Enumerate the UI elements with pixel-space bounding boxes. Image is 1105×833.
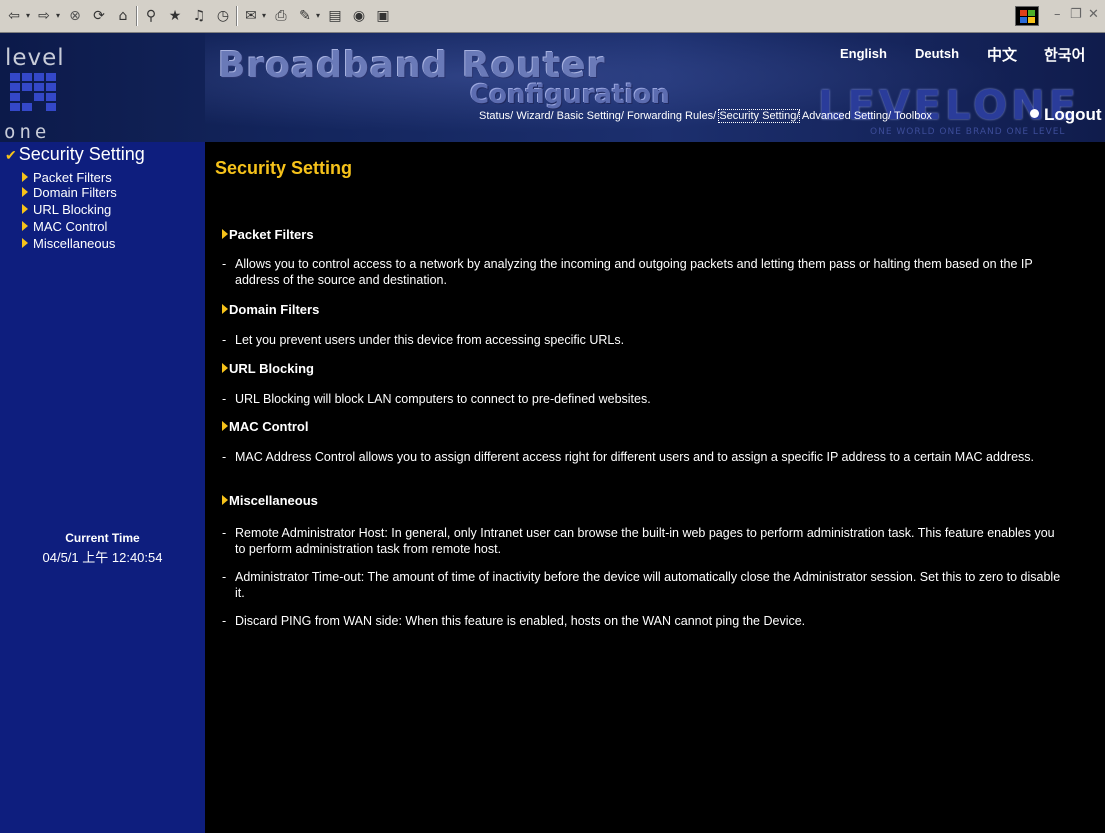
arrow-right-icon bbox=[22, 187, 28, 197]
description-text: MAC Address Control allows you to assign… bbox=[235, 450, 1035, 464]
logo-one-text: one bbox=[4, 121, 51, 142]
sidebar-item-label: MAC Control bbox=[33, 219, 108, 234]
back-dropdown-icon[interactable]: ▾ bbox=[24, 7, 32, 25]
sidebar-item-label: Packet Filters bbox=[33, 170, 112, 185]
sidebar-title-label: Security Setting bbox=[18, 144, 145, 164]
section-heading-label: URL Blocking bbox=[229, 361, 314, 376]
history-icon[interactable]: ◷ bbox=[214, 7, 232, 25]
forward-icon[interactable]: ⇨ bbox=[36, 7, 52, 25]
minimize-icon[interactable]: – bbox=[1054, 7, 1061, 22]
windows-logo-icon bbox=[1015, 6, 1039, 26]
page-title: Security Setting bbox=[215, 158, 353, 178]
section-heading-domain-filters: Domain Filters bbox=[222, 302, 319, 317]
favorites-icon[interactable]: ★ bbox=[166, 7, 184, 25]
arrow-right-icon bbox=[22, 221, 28, 231]
mail-dropdown-icon[interactable]: ▾ bbox=[260, 7, 268, 25]
sidebar-item-label: URL Blocking bbox=[33, 202, 112, 217]
section-heading-miscellaneous: Miscellaneous bbox=[222, 493, 318, 508]
research-icon[interactable]: ▣ bbox=[374, 7, 392, 25]
mail-icon[interactable]: ✉ bbox=[242, 7, 260, 25]
logout-button[interactable]: Logout bbox=[1030, 105, 1102, 125]
arrow-right-icon bbox=[22, 238, 28, 248]
checkmark-icon: ✔ bbox=[5, 147, 17, 163]
brand-slogan: ONE WORLD ONE BRAND ONE LEVEL bbox=[870, 127, 1066, 137]
nav-security-setting-link[interactable]: Security Setting/ bbox=[718, 109, 801, 123]
sidebar-title[interactable]: ✔ Security Setting bbox=[5, 144, 145, 165]
arrow-right-icon bbox=[222, 363, 228, 373]
close-icon[interactable]: ✕ bbox=[1088, 7, 1099, 22]
edit-icon[interactable]: ✎ bbox=[296, 7, 314, 25]
top-nav: Status/ Wizard/ Basic Setting/ Forwardin… bbox=[479, 109, 932, 123]
sidebar: ✔ Security Setting Packet Filters Domain … bbox=[0, 142, 205, 833]
description-text: Allows you to control access to a networ… bbox=[235, 257, 1033, 287]
bullet-icon bbox=[1030, 109, 1039, 118]
media-icon[interactable]: ♫ bbox=[190, 7, 208, 25]
stop-icon[interactable]: ⊗ bbox=[66, 7, 84, 25]
nav-forwarding-rules-link[interactable]: Forwarding Rules/ bbox=[627, 110, 716, 122]
section-description: - MAC Address Control allows you to assig… bbox=[222, 449, 1067, 465]
sidebar-item-label: Domain Filters bbox=[33, 185, 117, 200]
section-description: - Discard PING from WAN side: When this f… bbox=[222, 613, 1067, 629]
current-time-value: 04/5/1 上午 12:40:54 bbox=[42, 550, 163, 565]
section-heading-url-blocking: URL Blocking bbox=[222, 361, 314, 376]
section-description: - Remote Administrator Host: In general, … bbox=[222, 525, 1067, 557]
section-description: - Administrator Time-out: The amount of t… bbox=[222, 569, 1067, 601]
nav-status-link[interactable]: Status/ bbox=[479, 110, 513, 122]
section-heading-label: Domain Filters bbox=[229, 302, 320, 317]
refresh-icon[interactable]: ⟳ bbox=[90, 7, 108, 25]
current-time-label: Current Time bbox=[65, 531, 140, 545]
toolbar-separator bbox=[236, 6, 238, 26]
discuss-icon[interactable]: ▤ bbox=[326, 7, 344, 25]
sidebar-item-label: Miscellaneous bbox=[33, 236, 116, 251]
nav-wizard-link[interactable]: Wizard/ bbox=[516, 110, 553, 122]
nav-toolbox-link[interactable]: Toolbox bbox=[894, 110, 932, 122]
forward-dropdown-icon[interactable]: ▾ bbox=[54, 7, 62, 25]
arrow-right-icon bbox=[222, 495, 228, 505]
lang-deutsch-link[interactable]: Deutsh bbox=[915, 46, 959, 61]
home-icon[interactable]: ⌂ bbox=[114, 7, 132, 25]
edit-dropdown-icon[interactable]: ▾ bbox=[314, 7, 322, 25]
arrow-right-icon bbox=[222, 229, 228, 239]
section-description: - Let you prevent users under this device… bbox=[222, 332, 1067, 348]
lang-chinese-link[interactable]: 中文 bbox=[987, 44, 1017, 65]
sidebar-item-packet-filters[interactable]: Packet Filters bbox=[22, 170, 112, 185]
description-text: Remote Administrator Host: In general, o… bbox=[235, 526, 1055, 556]
back-icon[interactable]: ⇦ bbox=[6, 7, 22, 25]
main-content: Security Setting Packet Filters - Allows … bbox=[205, 142, 1105, 833]
lang-korean-link[interactable]: 한국어 bbox=[1044, 44, 1085, 65]
arrow-right-icon bbox=[222, 304, 228, 314]
section-heading-label: Miscellaneous bbox=[229, 493, 318, 508]
restore-icon[interactable]: ❐ bbox=[1070, 7, 1082, 22]
search-icon[interactable]: ⚲ bbox=[142, 7, 160, 25]
arrow-right-icon bbox=[22, 204, 28, 214]
banner-subtitle: Configuration bbox=[470, 80, 670, 110]
section-heading-label: Packet Filters bbox=[229, 227, 314, 242]
sidebar-item-mac-control[interactable]: MAC Control bbox=[22, 219, 107, 234]
browser-toolbar: ⇦ ▾ ⇨ ▾ ⊗ ⟳ ⌂ ⚲ ★ ♫ ◷ ✉ ▾ ⎙ ✎ ▾ ▤ ◉ ▣ – … bbox=[0, 0, 1105, 33]
header-banner: level one Broadband Router Configuration… bbox=[0, 33, 1105, 142]
nav-basic-setting-link[interactable]: Basic Setting/ bbox=[557, 110, 624, 122]
lang-english-link[interactable]: English bbox=[840, 46, 887, 61]
section-heading-mac-control: MAC Control bbox=[222, 419, 308, 434]
section-description: - URL Blocking will block LAN computers t… bbox=[222, 391, 1067, 407]
arrow-right-icon bbox=[22, 172, 28, 182]
sidebar-item-domain-filters[interactable]: Domain Filters bbox=[22, 185, 117, 200]
description-text: URL Blocking will block LAN computers to… bbox=[235, 392, 651, 406]
section-heading-label: MAC Control bbox=[229, 419, 309, 434]
logout-label: Logout bbox=[1044, 105, 1102, 124]
sidebar-item-miscellaneous[interactable]: Miscellaneous bbox=[22, 236, 115, 251]
sidebar-item-url-blocking[interactable]: URL Blocking bbox=[22, 202, 111, 217]
logo-level-text: level bbox=[5, 45, 65, 71]
description-text: Discard PING from WAN side: When this fe… bbox=[235, 614, 806, 628]
description-text: Administrator Time-out: The amount of ti… bbox=[235, 570, 1061, 600]
messenger-icon[interactable]: ◉ bbox=[350, 7, 368, 25]
section-heading-packet-filters: Packet Filters bbox=[222, 227, 314, 242]
description-text: Let you prevent users under this device … bbox=[235, 333, 625, 347]
section-description: - Allows you to control access to a netwo… bbox=[222, 256, 1067, 288]
toolbar-separator bbox=[136, 6, 138, 26]
arrow-right-icon bbox=[222, 421, 228, 431]
print-icon[interactable]: ⎙ bbox=[272, 7, 290, 25]
nav-advanced-setting-link[interactable]: Advanced Setting/ bbox=[802, 110, 891, 122]
